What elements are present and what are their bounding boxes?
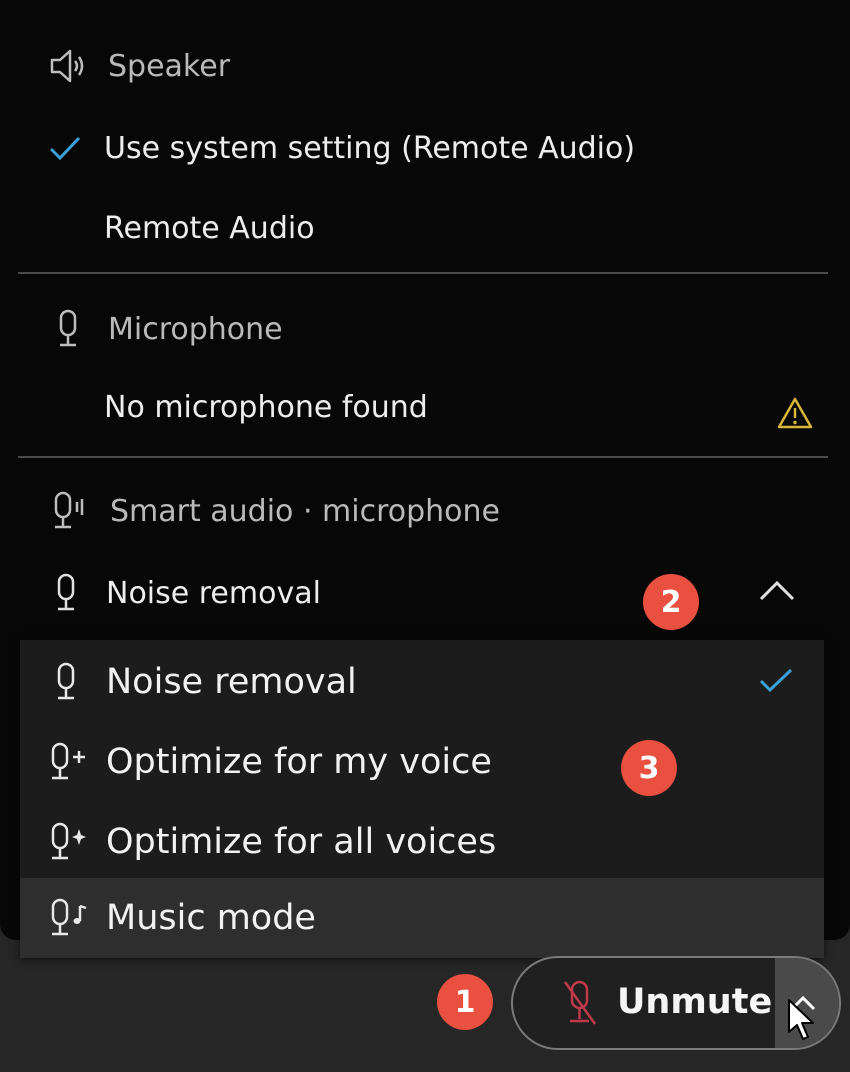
microphone-icon <box>59 309 77 347</box>
speaker-option-label: Use system setting (Remote Audio) <box>104 130 636 166</box>
speaker-option-remote-audio[interactable]: Remote Audio <box>104 206 828 250</box>
microphone-header-label: Microphone <box>108 311 283 347</box>
microphone-sparkle-icon <box>51 822 86 860</box>
divider <box>18 272 828 274</box>
divider <box>18 456 828 458</box>
mouse-cursor-icon <box>788 999 814 1040</box>
microphone-music-icon <box>51 898 87 936</box>
callout-badge-1: 1 <box>437 974 493 1030</box>
dropdown-item-label: Noise removal <box>106 662 357 702</box>
noise-removal-selector[interactable]: Noise removal <box>50 570 830 616</box>
chevron-up-icon[interactable] <box>758 578 796 604</box>
smart-audio-header: Smart audio · microphone <box>50 490 500 532</box>
muted-microphone-icon <box>563 980 597 1025</box>
checkmark-icon <box>49 136 81 161</box>
unmute-button-label: Unmute <box>617 982 773 1022</box>
speaker-header-label: Speaker <box>108 48 231 84</box>
dropdown-item-label: Optimize for my voice <box>106 742 492 782</box>
smart-audio-header-label: Smart audio · microphone <box>110 493 500 529</box>
dropdown-item-music-mode[interactable]: Music mode <box>20 878 824 958</box>
microphone-plus-icon <box>51 742 85 780</box>
speaker-header: Speaker <box>48 46 230 86</box>
callout-badge-3: 3 <box>621 740 677 796</box>
microphone-status-label: No microphone found <box>104 390 428 425</box>
warning-icon <box>777 397 813 429</box>
dropdown-item-label: Optimize for all voices <box>106 822 497 862</box>
microphone-icon <box>57 573 75 611</box>
speaker-icon <box>50 49 84 83</box>
dropdown-item-optimize-my-voice[interactable]: Optimize for my voice <box>20 722 824 802</box>
smart-audio-microphone-icon <box>54 491 84 529</box>
microphone-status: No microphone found <box>104 390 428 425</box>
microphone-header: Microphone <box>52 308 283 350</box>
microphone-icon <box>57 662 75 700</box>
speaker-option-system[interactable]: Use system setting (Remote Audio) <box>48 126 828 170</box>
noise-removal-selector-label: Noise removal <box>106 575 321 611</box>
checkmark-icon <box>759 668 793 693</box>
dropdown-item-label: Music mode <box>106 898 316 938</box>
smart-audio-dropdown: Noise removal Optimize for my voice Opti… <box>20 640 824 958</box>
speaker-option-label: Remote Audio <box>104 210 315 246</box>
dropdown-item-noise-removal[interactable]: Noise removal <box>20 642 824 722</box>
callout-badge-2: 2 <box>643 574 699 630</box>
dropdown-item-optimize-all-voices[interactable]: Optimize for all voices <box>20 802 824 882</box>
